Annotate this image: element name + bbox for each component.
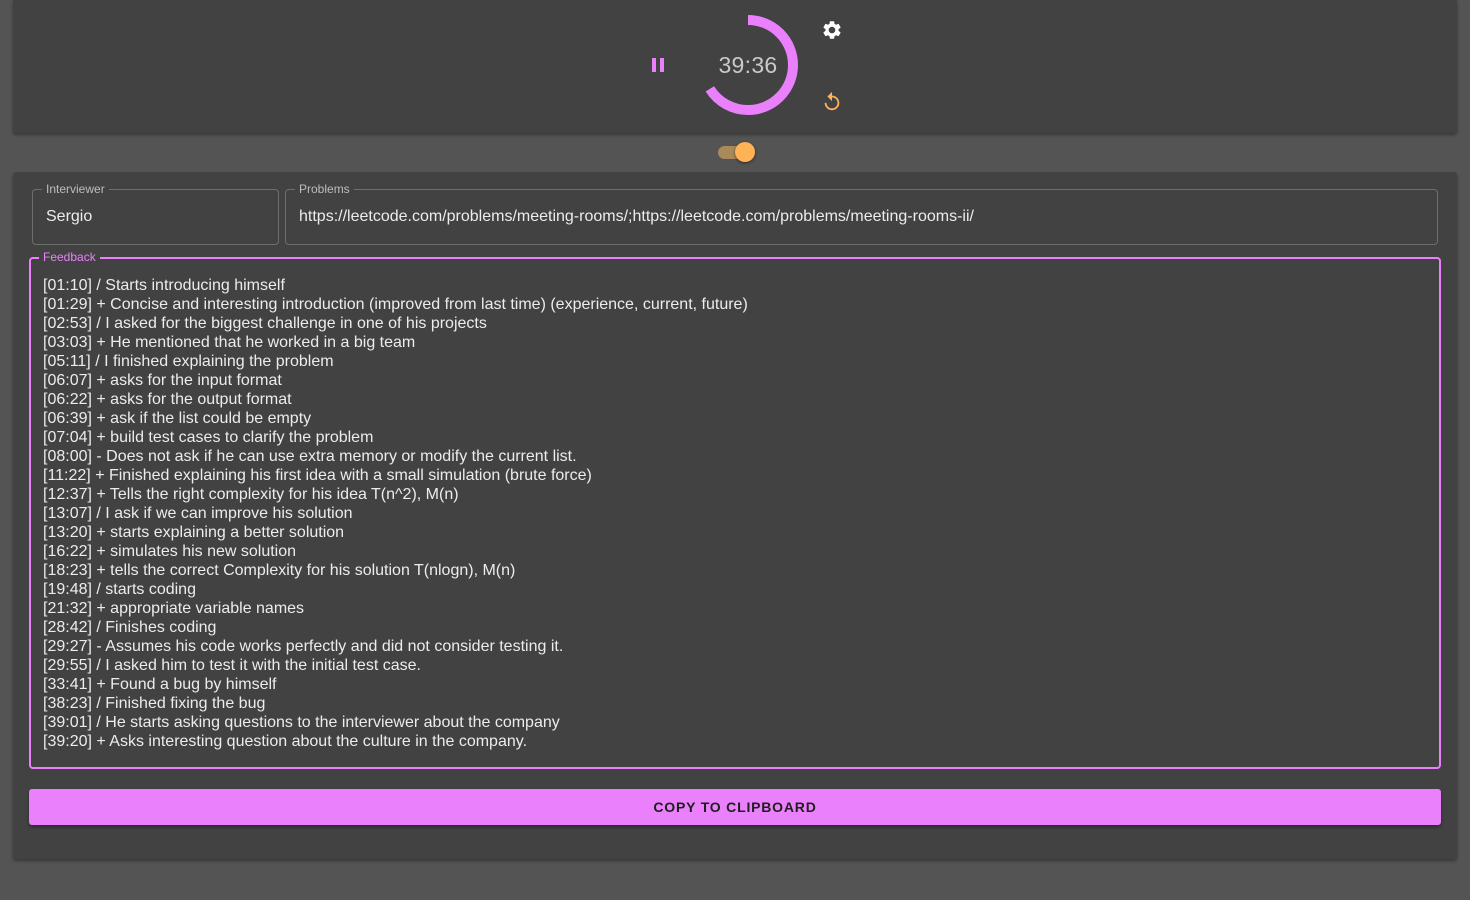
feedback-form-card: Interviewer Sergio Problems https://leet… <box>13 172 1457 859</box>
reset-icon <box>824 91 840 111</box>
feedback-line: [13:07] / I ask if we can improve his so… <box>43 505 353 522</box>
timer-display: 39:36 <box>718 51 778 78</box>
feedback-line: [03:03] + He mentioned that he worked in… <box>43 334 416 351</box>
feedback-line: [06:07] + asks for the input format <box>43 372 282 389</box>
interviewer-field[interactable]: Interviewer Sergio <box>32 182 279 245</box>
feedback-line: [01:10] / Starts introducing himself <box>43 277 285 294</box>
feedback-line: [19:48] / starts coding <box>43 581 196 598</box>
feedback-label: Feedback <box>39 250 100 264</box>
feedback-line: [06:22] + asks for the output format <box>43 391 292 408</box>
feedback-line: [29:55] / I asked him to test it with th… <box>43 657 421 674</box>
feedback-line: [16:22] + simulates his new solution <box>43 543 297 560</box>
feedback-line: [29:27] - Assumes his code works perfect… <box>43 638 564 655</box>
feedback-line: [12:37] + Tells the right complexity for… <box>43 486 459 503</box>
copy-to-clipboard-button[interactable]: COPY TO CLIPBOARD <box>29 789 1441 825</box>
feedback-line: [18:23] + tells the correct Complexity f… <box>43 562 516 579</box>
feedback-line: [39:01] / He starts asking questions to … <box>43 714 560 731</box>
feedback-line: [39:20] + Asks interesting question abou… <box>43 733 528 750</box>
timer-card: 39:36 <box>13 0 1457 133</box>
problems-field[interactable]: Problems https://leetcode.com/problems/m… <box>285 182 1438 245</box>
feedback-textarea[interactable]: [01:10] / Starts introducing himself [01:… <box>43 276 1429 751</box>
countdown-ring: 39:36 <box>697 14 799 116</box>
feedback-line: [05:11] / I finished explaining the prob… <box>43 353 334 370</box>
feedback-line: [28:42] / Finishes coding <box>43 619 217 636</box>
feedback-line: [21:32] + appropriate variable names <box>43 600 305 617</box>
toggle-thumb[interactable] <box>735 142 755 162</box>
feedback-line: [07:04] + build test cases to clarify th… <box>43 429 374 446</box>
gear-icon <box>823 21 841 39</box>
mode-toggle[interactable] <box>716 140 758 164</box>
feedback-line: [13:20] + starts explaining a better sol… <box>43 524 345 541</box>
pause-button[interactable] <box>643 50 673 80</box>
problems-input[interactable]: https://leetcode.com/problems/meeting-ro… <box>299 208 974 226</box>
feedback-line: [33:41] + Found a bug by himself <box>43 676 277 693</box>
feedback-line: [02:53] / I asked for the biggest challe… <box>43 315 487 332</box>
feedback-line: [11:22] + Finished explaining his first … <box>43 467 592 484</box>
interviewer-label: Interviewer <box>42 182 109 196</box>
reset-button[interactable] <box>818 88 846 116</box>
feedback-field[interactable]: Feedback [01:10] / Starts introducing hi… <box>29 250 1441 769</box>
interviewer-input[interactable]: Sergio <box>46 208 92 226</box>
problems-label: Problems <box>295 182 354 196</box>
pause-icon <box>652 58 664 72</box>
feedback-line: [06:39] + ask if the list could be empty <box>43 410 312 427</box>
settings-button[interactable] <box>818 16 846 44</box>
feedback-line: [08:00] - Does not ask if he can use ext… <box>43 448 577 465</box>
feedback-line: [01:29] + Concise and interesting introd… <box>43 296 748 313</box>
feedback-line: [38:23] / Finished fixing the bug <box>43 695 266 712</box>
